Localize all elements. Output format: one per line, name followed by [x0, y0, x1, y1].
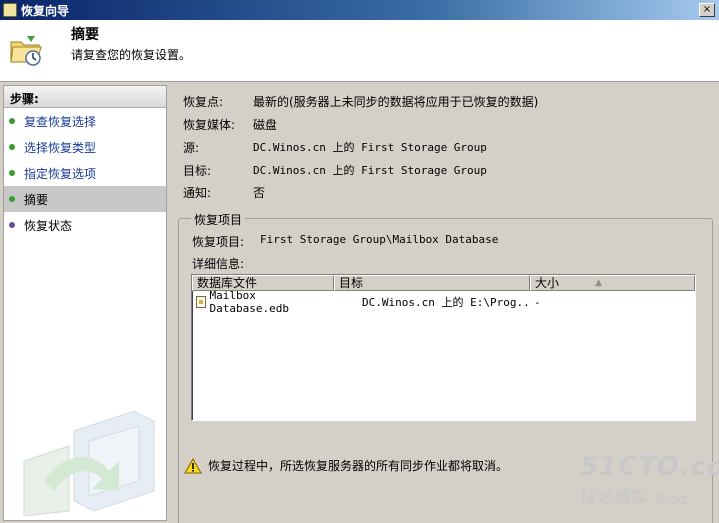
sidebar-item-label: 指定恢复选项: [24, 166, 97, 181]
details-label: 详细信息:: [192, 257, 245, 271]
column-header-size[interactable]: 大小 ▲: [530, 275, 695, 291]
sidebar-item-summary[interactable]: 摘要: [4, 186, 166, 212]
summary-row-target: 目标: DC.Winos.cn 上的 First Storage Group: [183, 162, 487, 179]
table-row[interactable]: Mailbox Database.edb DC.Winos.cn 上的 E:\P…: [192, 289, 695, 315]
step-pending-icon: [9, 222, 15, 228]
cell-target: DC.Winos.cn 上的 E:\Prog...: [362, 296, 530, 309]
recovery-point-label: 恢复点:: [183, 95, 224, 109]
cell-size: -: [534, 295, 541, 309]
cell-file-text: Mailbox Database.edb: [209, 289, 289, 315]
sidebar-item-recovery-type[interactable]: 选择恢复类型: [4, 134, 166, 160]
target-label: 目标:: [183, 164, 212, 178]
warning-text: 恢复过程中，所选恢复服务器的所有同步作业都将取消。: [208, 459, 509, 473]
watermark-brand: 51CTO.com: [580, 452, 719, 482]
summary-row-media: 恢复媒体: 磁盘: [183, 116, 277, 133]
step-done-icon: [9, 170, 15, 176]
sort-arrow-icon: ▲: [595, 278, 602, 288]
sidebar-item-label: 恢复状态: [24, 218, 73, 233]
recovery-item-row: 恢复项目: First Storage Group\Mailbox Databa…: [192, 233, 498, 250]
sidebar-item-recovery-options[interactable]: 指定恢复选项: [4, 160, 166, 186]
details-label-row: 详细信息:: [192, 255, 244, 272]
sidebar-item-label: 选择恢复类型: [24, 140, 97, 155]
target-value: DC.Winos.cn 上的 First Storage Group: [253, 164, 487, 177]
page-subtitle: 请复查您的恢复设置。: [71, 48, 192, 62]
title-bar[interactable]: 恢复向导 ×: [0, 0, 719, 20]
watermark-sub: 技术博客 Blog: [580, 484, 710, 509]
step-done-icon: [9, 144, 15, 150]
source-label: 源:: [183, 141, 200, 155]
close-button[interactable]: ×: [699, 3, 715, 17]
wizard-watermark-graphic: [23, 410, 155, 516]
summary-row-recovery-point: 恢复点: 最新的(服务器上未同步的数据将应用于已恢复的数据): [183, 93, 538, 110]
steps-heading: 步骤:: [4, 86, 166, 108]
warning-icon: [184, 457, 202, 473]
media-label: 恢复媒体:: [183, 118, 236, 132]
column-header-target[interactable]: 目标: [334, 275, 530, 291]
notify-label: 通知:: [183, 186, 212, 200]
recovery-point-value: 最新的(服务器上未同步的数据将应用于已恢复的数据): [253, 95, 539, 109]
recovery-item-value: First Storage Group\Mailbox Database: [260, 233, 499, 246]
summary-row-source: 源: DC.Winos.cn 上的 First Storage Group: [183, 139, 487, 156]
column-header-size-label: 大小: [535, 276, 560, 290]
window-title: 恢复向导: [21, 3, 70, 18]
app-icon: [3, 3, 17, 17]
page-title: 摘要: [71, 27, 99, 43]
sidebar-item-label: 摘要: [24, 192, 49, 207]
sidebar-item-recovery-status: 恢复状态: [4, 212, 166, 238]
step-done-icon: [9, 118, 15, 124]
cell-file: Mailbox Database.edb: [192, 289, 334, 315]
warning-row: 恢复过程中，所选恢复服务器的所有同步作业都将取消。: [184, 457, 508, 474]
recovery-items-legend: 恢复项目: [191, 211, 246, 228]
notify-value: 否: [253, 186, 266, 200]
database-file-icon: [196, 296, 206, 308]
recovery-item-label: 恢复项目:: [192, 235, 245, 249]
step-current-icon: [9, 196, 15, 202]
watermark-sub-text: 技术博客: [580, 489, 648, 509]
source-value: DC.Winos.cn 上的 First Storage Group: [253, 141, 487, 154]
sidebar-item-review-selection[interactable]: 复查恢复选择: [4, 108, 166, 134]
steps-sidebar: 步骤: 复查恢复选择 选择恢复类型 指定恢复选项 摘要 恢复状态: [3, 85, 167, 521]
sidebar-item-label: 复查恢复选择: [24, 114, 97, 129]
media-value: 磁盘: [253, 118, 278, 132]
summary-row-notify: 通知: 否: [183, 184, 265, 201]
folder-clock-icon: [10, 36, 42, 66]
details-list[interactable]: 数据库文件 目标 大小 ▲ Mailbox Database.edb DC.Wi…: [191, 274, 696, 421]
watermark-blog-text: Blog: [656, 492, 687, 508]
wizard-header: 摘要 请复查您的恢复设置。: [0, 20, 719, 82]
site-watermark: 51CTO.com 技术博客 Blog: [580, 452, 719, 514]
